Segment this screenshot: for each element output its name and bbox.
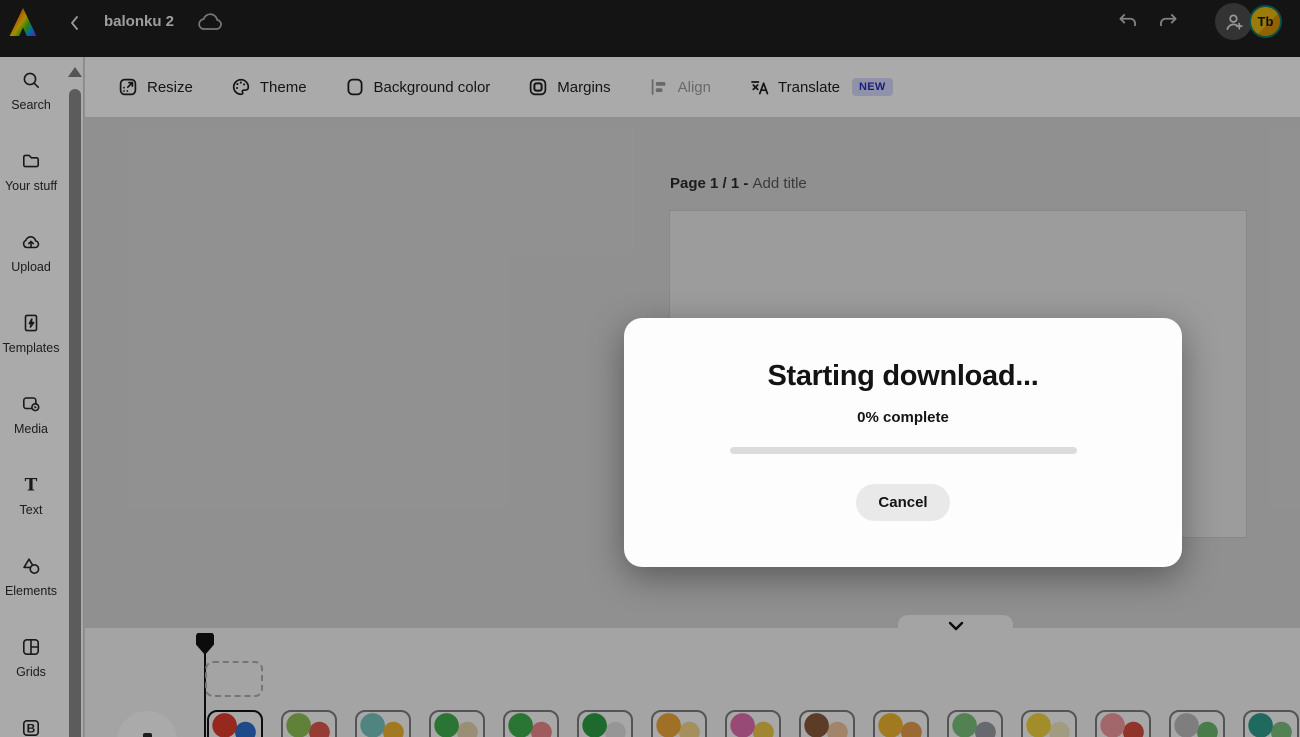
download-progress-dialog: Starting download... 0% complete Cancel bbox=[624, 318, 1182, 567]
cancel-button[interactable]: Cancel bbox=[856, 484, 950, 521]
dialog-title: Starting download... bbox=[767, 360, 1039, 392]
progress-text: 0% complete bbox=[857, 409, 949, 426]
progress-bar bbox=[729, 447, 1077, 454]
